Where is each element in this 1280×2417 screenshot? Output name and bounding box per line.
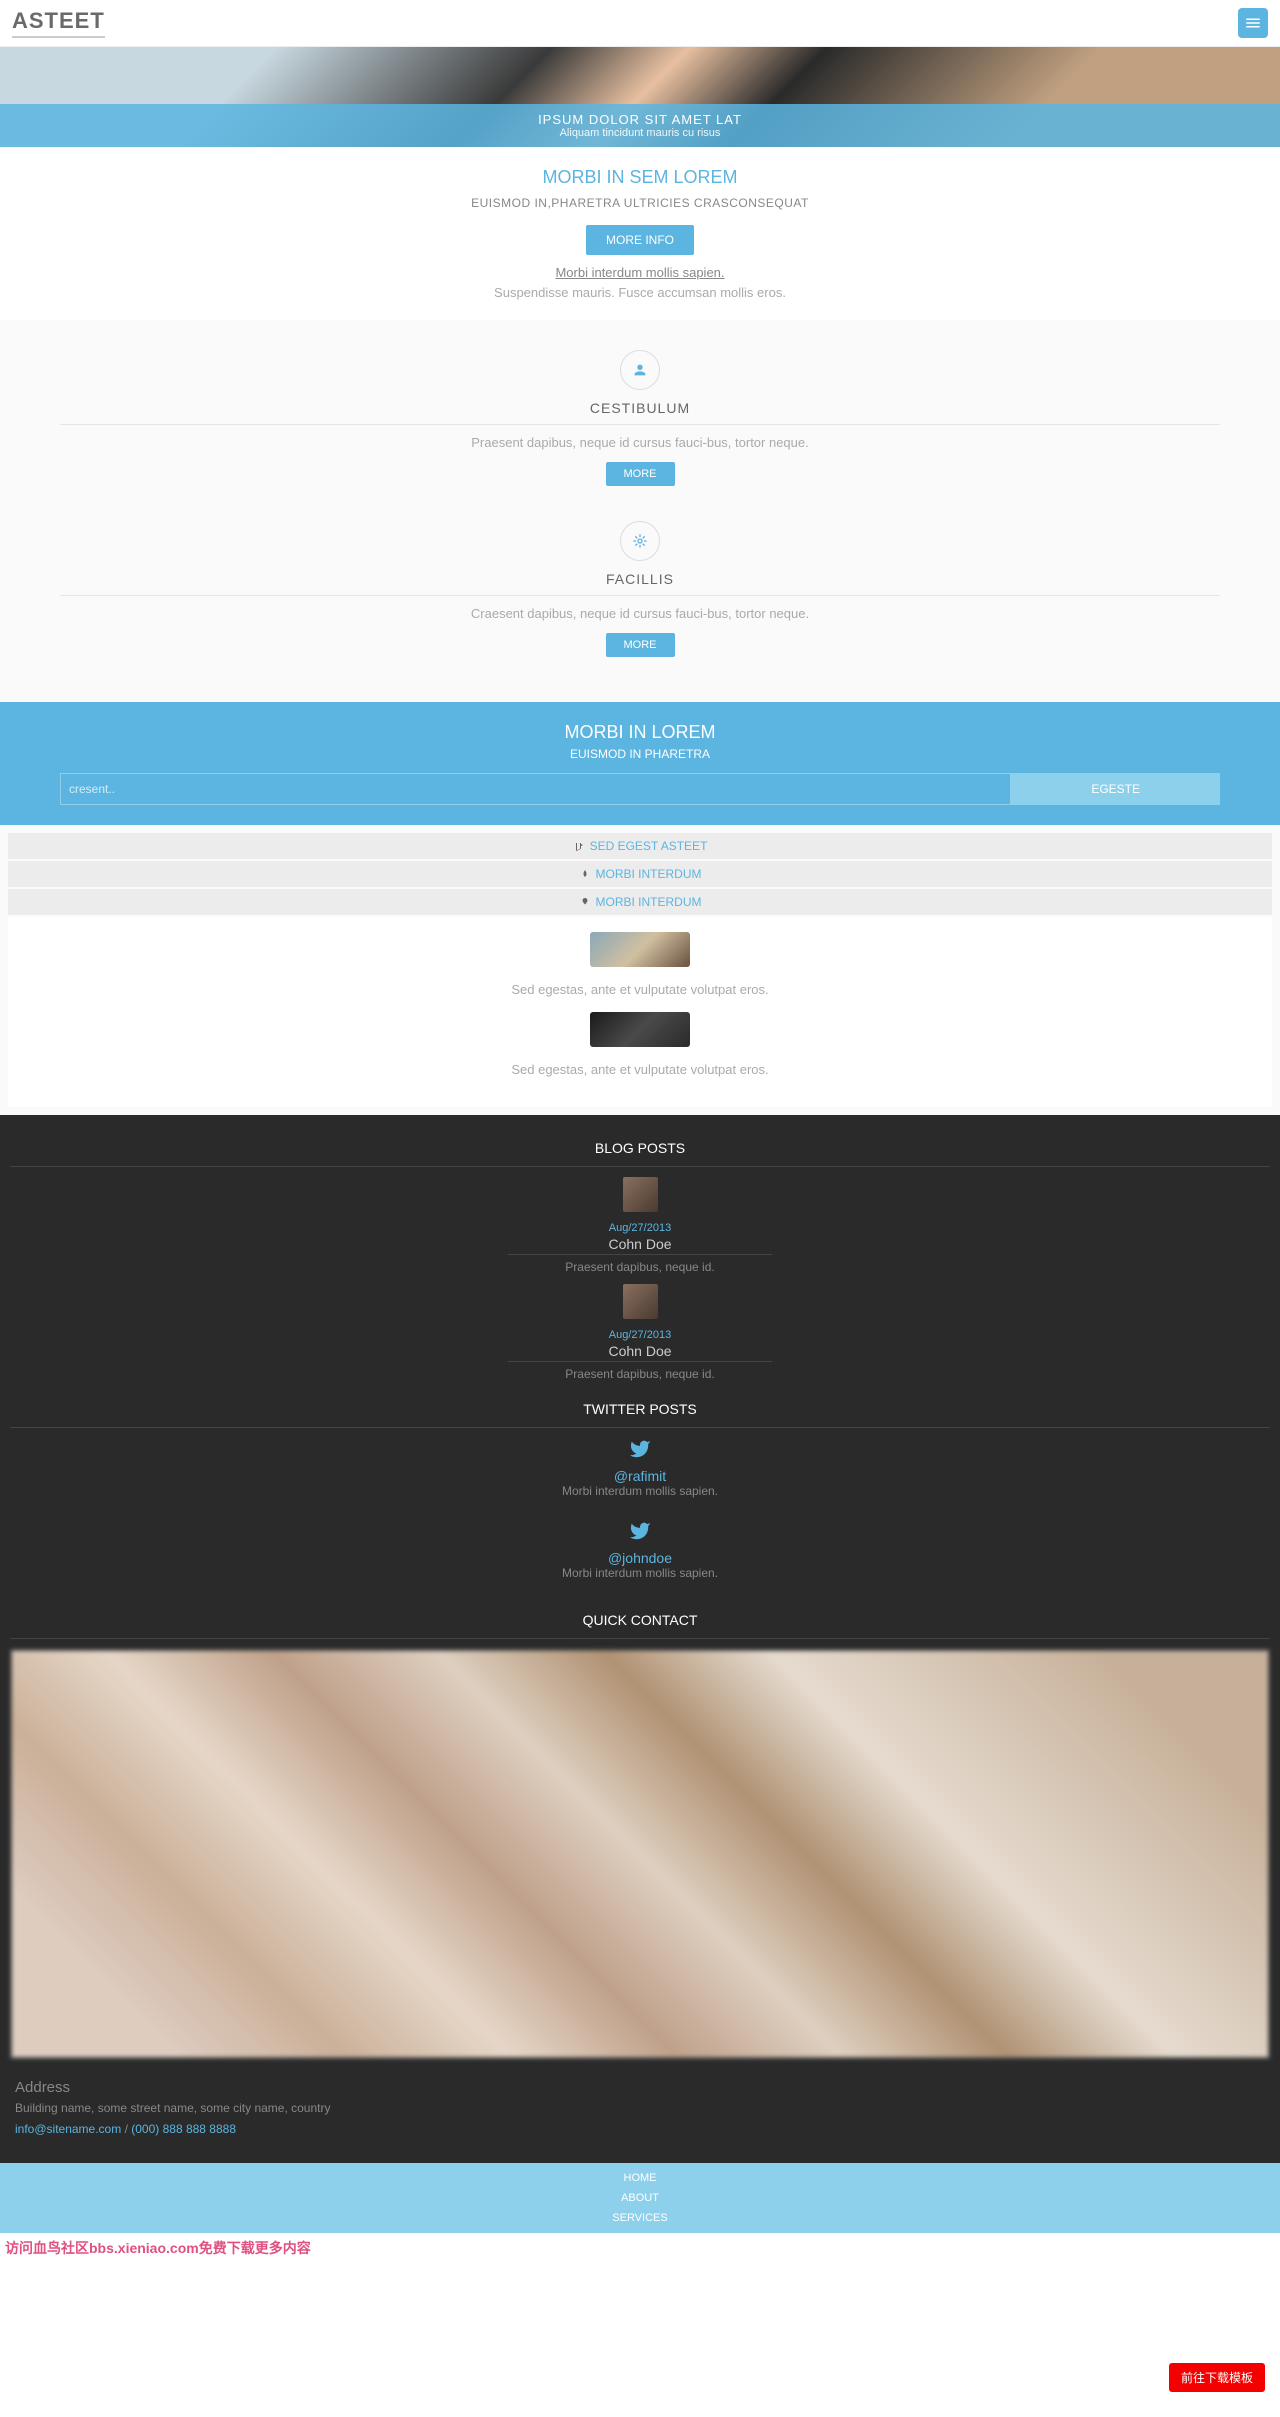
address-title: Address bbox=[15, 2079, 1265, 2096]
tabs-section: SED EGEST ASTEET MORBI INTERDUM MORBI IN… bbox=[0, 825, 1280, 1115]
post-date: Aug/27/2013 bbox=[10, 1222, 1270, 1234]
intro-section: MORBI IN SEM LOREM EUISMOD IN,PHARETRA U… bbox=[0, 147, 1280, 320]
header: ASTEET bbox=[0, 0, 1280, 47]
tab-morbi-1[interactable]: MORBI INTERDUM bbox=[8, 861, 1272, 887]
nav-about[interactable]: ABOUT bbox=[0, 2188, 1280, 2208]
cta-input[interactable] bbox=[60, 773, 1011, 805]
feature-facillis: FACILLIS Craesent dapibus, neque id curs… bbox=[0, 511, 1280, 682]
tab-image bbox=[590, 932, 690, 967]
post-excerpt: Praesent dapibus, neque id. bbox=[10, 1367, 1270, 1381]
email-link[interactable]: info@sitename.com bbox=[15, 2122, 121, 2136]
post-author[interactable]: Cohn Doe bbox=[508, 1341, 771, 1362]
intro-text: Suspendisse mauris. Fusce accumsan molli… bbox=[10, 285, 1270, 300]
cta-section: MORBI IN LOREM EUISMOD IN PHARETRA EGEST… bbox=[0, 702, 1280, 825]
cta-subtitle: EUISMOD IN PHARETRA bbox=[60, 747, 1220, 761]
post-author[interactable]: Cohn Doe bbox=[508, 1234, 771, 1255]
gear-icon bbox=[620, 521, 660, 561]
blog-post: Aug/27/2013 Cohn Doe Praesent dapibus, n… bbox=[10, 1177, 1270, 1284]
hero-banner: IPSUM DOLOR SIT AMET LAT Aliquam tincidu… bbox=[0, 47, 1280, 147]
nav-services[interactable]: SERVICES bbox=[0, 2208, 1280, 2228]
avatar bbox=[623, 1284, 658, 1319]
hero-overlay: IPSUM DOLOR SIT AMET LAT Aliquam tincidu… bbox=[0, 104, 1280, 147]
post-date: Aug/27/2013 bbox=[10, 1329, 1270, 1341]
contact-title: QUICK CONTACT bbox=[10, 1602, 1270, 1639]
intro-heading: MORBI IN SEM LOREM bbox=[10, 167, 1270, 188]
post-excerpt: Praesent dapibus, neque id. bbox=[10, 1260, 1270, 1274]
blog-title: BLOG POSTS bbox=[10, 1130, 1270, 1167]
twitter-title: TWITTER POSTS bbox=[10, 1391, 1270, 1428]
avatar bbox=[623, 1177, 658, 1212]
twitter-icon bbox=[629, 1438, 651, 1465]
tab-image bbox=[590, 1012, 690, 1047]
hamburger-icon bbox=[1244, 14, 1262, 32]
twitter-handle[interactable]: @johndoe bbox=[10, 1550, 1270, 1566]
bottom-nav: HOME ABOUT SERVICES bbox=[0, 2163, 1280, 2233]
more-info-button[interactable]: MORE INFO bbox=[586, 225, 694, 255]
feature-title: FACILLIS bbox=[60, 571, 1220, 587]
download-template-button[interactable]: 前往下载模板 bbox=[1169, 2363, 1265, 2392]
features-section: CESTIBULUM Praesent dapibus, neque id cu… bbox=[0, 320, 1280, 702]
twitter-post: @johndoe Morbi interdum mollis sapien. bbox=[10, 1520, 1270, 1602]
feature-text: Praesent dapibus, neque id cursus fauci-… bbox=[60, 435, 1220, 450]
twitter-handle[interactable]: @rafimit bbox=[10, 1468, 1270, 1484]
cta-title: MORBI IN LOREM bbox=[60, 722, 1220, 743]
intro-link[interactable]: Morbi interdum mollis sapien. bbox=[10, 265, 1270, 280]
twitter-icon bbox=[629, 1520, 651, 1547]
logo[interactable]: ASTEET bbox=[12, 8, 105, 38]
twitter-text: Morbi interdum mollis sapien. bbox=[10, 1484, 1270, 1498]
nav-home[interactable]: HOME bbox=[0, 2168, 1280, 2188]
feature-text: Craesent dapibus, neque id cursus fauci-… bbox=[60, 606, 1220, 621]
tab-text: Sed egestas, ante et vulputate volutpat … bbox=[23, 1062, 1257, 1077]
feature-title: CESTIBULUM bbox=[60, 400, 1220, 416]
tab-sed-egest[interactable]: SED EGEST ASTEET bbox=[8, 833, 1272, 859]
user-icon bbox=[620, 350, 660, 390]
address-block: Address Building name, some street name,… bbox=[10, 2069, 1270, 2148]
tab-panel: Sed egestas, ante et vulputate volutpat … bbox=[8, 917, 1272, 1107]
more-button[interactable]: MORE bbox=[606, 633, 675, 657]
hero-title: IPSUM DOLOR SIT AMET LAT bbox=[0, 112, 1280, 127]
twitter-post: @rafimit Morbi interdum mollis sapien. bbox=[10, 1438, 1270, 1520]
footer: BLOG POSTS Aug/27/2013 Cohn Doe Praesent… bbox=[0, 1115, 1280, 2163]
more-button[interactable]: MORE bbox=[606, 462, 675, 486]
feature-cestibulum: CESTIBULUM Praesent dapibus, neque id cu… bbox=[0, 340, 1280, 511]
twitter-text: Morbi interdum mollis sapien. bbox=[10, 1566, 1270, 1580]
watermark: 访问血鸟社区bbs.xieniao.com免费下载更多内容 bbox=[0, 2233, 1280, 2263]
tab-text: Sed egestas, ante et vulputate volutpat … bbox=[23, 982, 1257, 997]
menu-button[interactable] bbox=[1238, 8, 1268, 38]
phone-link[interactable]: (000) 888 888 8888 bbox=[131, 2122, 236, 2136]
blog-post: Aug/27/2013 Cohn Doe Praesent dapibus, n… bbox=[10, 1284, 1270, 1391]
hero-subtitle: Aliquam tincidunt mauris cu risus bbox=[0, 127, 1280, 139]
map[interactable] bbox=[10, 1649, 1270, 2059]
cta-submit-button[interactable]: EGESTE bbox=[1011, 773, 1220, 805]
intro-subheading: EUISMOD IN,PHARETRA ULTRICIES CRASCONSEQ… bbox=[10, 196, 1270, 210]
tab-morbi-2[interactable]: MORBI INTERDUM bbox=[8, 889, 1272, 915]
address-text: Building name, some street name, some ci… bbox=[15, 2101, 1265, 2115]
